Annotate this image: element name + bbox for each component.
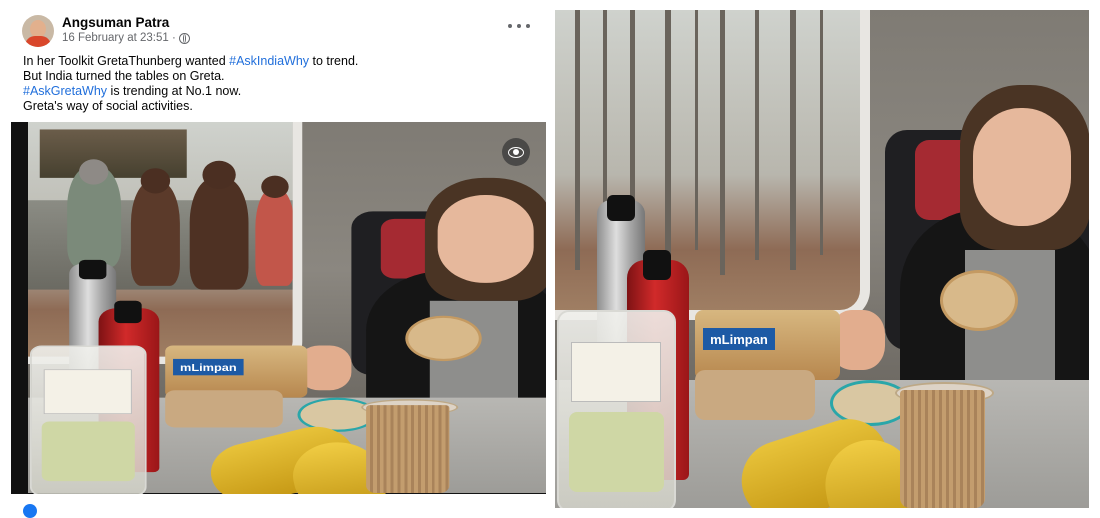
hashtag-askgretawhy[interactable]: #AskGretaWhy bbox=[23, 84, 107, 98]
post-line-4: Greta's way of social activities. bbox=[23, 99, 193, 113]
reaction-icon[interactable] bbox=[23, 504, 37, 518]
author-name[interactable]: Angsuman Patra bbox=[62, 15, 169, 30]
eye-icon[interactable] bbox=[502, 138, 530, 166]
post-meta: 16 February at 23:51 · bbox=[62, 32, 190, 44]
original-photo-scene: mLimpan bbox=[555, 10, 1089, 508]
edited-photo-scene: mLimpan bbox=[28, 122, 546, 494]
facebook-post: Angsuman Patra 16 February at 23:51 · In… bbox=[0, 0, 548, 518]
post-line-2: But India turned the tables on Greta. bbox=[23, 69, 225, 83]
bread-bag-label: mLimpan bbox=[173, 358, 244, 376]
bread-bag-label-original: mLimpan bbox=[703, 328, 775, 350]
post-line-3: #AskGretaWhy is trending at No.1 now. bbox=[23, 84, 242, 98]
globe-icon bbox=[178, 32, 190, 44]
post-text: In her Toolkit GretaThunberg wanted #Ask… bbox=[23, 54, 358, 114]
post-timestamp[interactable]: 16 February at 23:51 · bbox=[62, 32, 176, 44]
post-line-1: In her Toolkit GretaThunberg wanted #Ask… bbox=[23, 54, 359, 68]
post-photo[interactable]: mLimpan bbox=[11, 122, 546, 494]
hashtag-askindiawhy[interactable]: #AskIndiaWhy bbox=[229, 54, 309, 68]
author-avatar[interactable] bbox=[22, 15, 54, 47]
original-photo: mLimpan bbox=[555, 10, 1089, 508]
more-options-icon[interactable] bbox=[508, 19, 530, 33]
